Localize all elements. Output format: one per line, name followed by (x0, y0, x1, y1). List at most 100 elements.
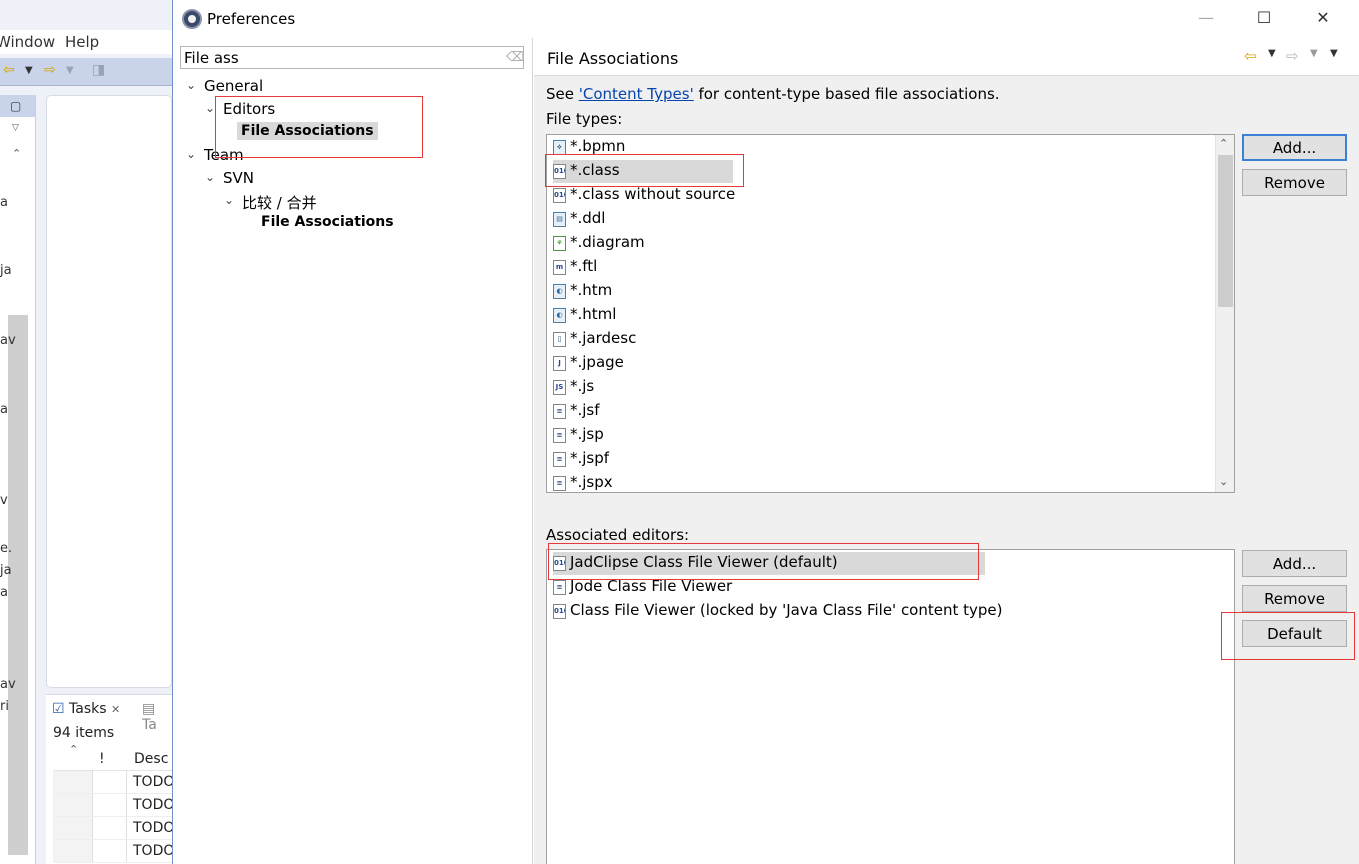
file-types-label: File types: (546, 110, 623, 128)
js-file-icon: JS (553, 380, 566, 395)
tree-item-label: File Associations (237, 122, 378, 140)
filter-input[interactable] (180, 46, 524, 69)
dialog-titlebar[interactable]: Preferences — ☐ ✕ (173, 0, 1359, 38)
tasks-tab[interactable]: ☑ Tasks ✕ (52, 701, 120, 717)
task-description: TODO (133, 843, 172, 859)
chevron-down-icon[interactable]: ⌄ (224, 193, 236, 207)
tasks-count: 94 items (53, 725, 115, 741)
clipped-text: av (0, 677, 16, 692)
second-view-tab[interactable]: ▤ Ta (142, 701, 172, 733)
chevron-down-icon[interactable]: ▼ (1268, 48, 1276, 59)
tasks-tab-label: Tasks (69, 701, 107, 717)
hint-suffix: for content-type based file associations… (693, 85, 1000, 103)
default-editor-button[interactable]: Default (1242, 620, 1347, 647)
text-file-icon: ≡ (553, 404, 566, 419)
page-title: File Associations (547, 49, 679, 68)
table-row[interactable]: TODO (53, 840, 172, 863)
scroll-up-icon[interactable]: ⌃ (12, 147, 21, 160)
file-type-name: *.diagram (570, 233, 645, 251)
close-icon[interactable]: ✕ (111, 703, 120, 716)
jpage-icon: J (553, 356, 566, 371)
text-file-icon: ≡ (553, 580, 566, 595)
menu-help[interactable]: Help (65, 33, 99, 51)
clipped-text: ja (0, 563, 12, 578)
description-column-header[interactable]: Desc (134, 751, 168, 767)
file-type-name: *.htm (570, 281, 613, 299)
back-arrow-icon[interactable]: ⇦ (3, 62, 15, 78)
file-types-scrollbar[interactable]: ⌃ ⌄ (1215, 135, 1234, 492)
list-item[interactable]: 010 *.class (553, 160, 733, 183)
tree-item-label: File Associations (261, 214, 394, 230)
file-type-name: *.jsp (570, 425, 604, 443)
remove-file-type-button[interactable]: Remove (1242, 169, 1347, 196)
text-file-icon: ≡ (553, 428, 566, 443)
clipped-text: av (0, 333, 16, 348)
dialog-title: Preferences (207, 10, 296, 28)
hint-prefix: See (546, 85, 579, 103)
file-type-name: *.ftl (570, 257, 598, 275)
table-row[interactable]: TODO (53, 794, 172, 817)
maximize-button[interactable]: ☐ (1249, 8, 1279, 32)
add-editor-button[interactable]: Add... (1242, 550, 1347, 577)
file-type-name: *.jardesc (570, 329, 637, 347)
forward-arrow-icon[interactable]: ⇨ (1286, 47, 1299, 65)
chevron-down-icon[interactable]: ▼ (66, 65, 74, 76)
file-type-name: *.class (570, 161, 620, 179)
file-type-name: *.jspf (570, 449, 610, 467)
page-heading: File Associations ⇦ ▼ ⇨ ▼ ▼ (534, 38, 1359, 76)
side-view-scrollbar[interactable] (8, 315, 28, 855)
preferences-dialog: Preferences — ☐ ✕ ⌫ ⌄ General ⌄ Editors … (172, 0, 1359, 864)
maximize-icon[interactable]: ▢ (10, 99, 21, 113)
clipped-text: e. (0, 541, 13, 556)
editor-name: JadClipse Class File Viewer (default) (570, 553, 838, 571)
chevron-down-icon[interactable]: ⌄ (186, 78, 198, 92)
task-description: TODO (133, 820, 172, 836)
table-row[interactable]: TODO (53, 817, 172, 840)
back-arrow-icon[interactable]: ⇦ (1244, 47, 1257, 65)
clear-filter-icon[interactable]: ⌫ (506, 50, 524, 65)
chevron-down-icon[interactable]: ▼ (1310, 48, 1318, 59)
file-type-name: *.jspx (570, 473, 613, 491)
view-menu-icon[interactable]: ▽ (12, 123, 19, 133)
workbench-menubar: Window Help (0, 30, 172, 54)
scroll-down-icon[interactable]: ⌄ (1219, 475, 1228, 488)
remove-editor-button[interactable]: Remove (1242, 585, 1347, 612)
minimize-button[interactable]: — (1191, 8, 1221, 32)
text-file-icon: ≡ (553, 452, 566, 467)
view-menu-icon[interactable]: ▼ (1330, 48, 1338, 59)
tree-item-label: 比较 / 合并 (242, 194, 317, 212)
jardesc-icon: ▯ (553, 332, 566, 347)
file-type-name: *.html (570, 305, 617, 323)
file-type-name: *.jsf (570, 401, 600, 419)
file-type-name: *.jpage (570, 353, 624, 371)
chevron-down-icon[interactable]: ⌄ (186, 147, 198, 161)
tree-item-label: Team (204, 146, 244, 164)
clipped-text: ri (0, 699, 9, 714)
ftl-file-icon: m (553, 260, 566, 275)
menu-window[interactable]: Window (0, 33, 55, 51)
preference-page: File Associations ⇦ ▼ ⇨ ▼ ▼ See 'Content… (534, 38, 1359, 864)
chevron-down-icon[interactable]: ⌄ (205, 170, 217, 184)
class-file-icon: 010 (553, 188, 566, 203)
content-types-link[interactable]: 'Content Types' (579, 85, 694, 103)
list-item[interactable]: 010 JadClipse Class File Viewer (default) (553, 552, 985, 575)
scrollbar-thumb[interactable] (1218, 155, 1233, 307)
priority-column-header[interactable]: ! (99, 751, 105, 767)
tasks-icon: ☑ (52, 701, 65, 717)
table-row[interactable]: TODO (53, 771, 172, 794)
chevron-down-icon[interactable]: ⌄ (205, 101, 217, 115)
sort-up-icon[interactable]: ⌃ (69, 743, 78, 756)
chevron-down-icon[interactable]: ▼ (25, 65, 33, 76)
add-file-type-button[interactable]: Add... (1242, 134, 1347, 161)
tree-item-label: Editors (223, 100, 276, 118)
tree-item-label: General (204, 77, 264, 95)
pin-editor-icon[interactable]: ◨ (92, 62, 105, 78)
associated-editors-list[interactable]: 010 JadClipse Class File Viewer (default)… (546, 549, 1235, 864)
scroll-up-icon[interactable]: ⌃ (1219, 137, 1228, 150)
class-file-icon: 010 (553, 556, 566, 571)
forward-arrow-icon[interactable]: ⇨ (44, 62, 56, 78)
ddl-file-icon: ▤ (553, 212, 566, 227)
file-types-list[interactable]: ⟡ *.bpmn 010 *.class 010 *.class without so… (546, 134, 1235, 493)
eclipse-app-icon (182, 9, 202, 29)
close-button[interactable]: ✕ (1308, 8, 1338, 32)
